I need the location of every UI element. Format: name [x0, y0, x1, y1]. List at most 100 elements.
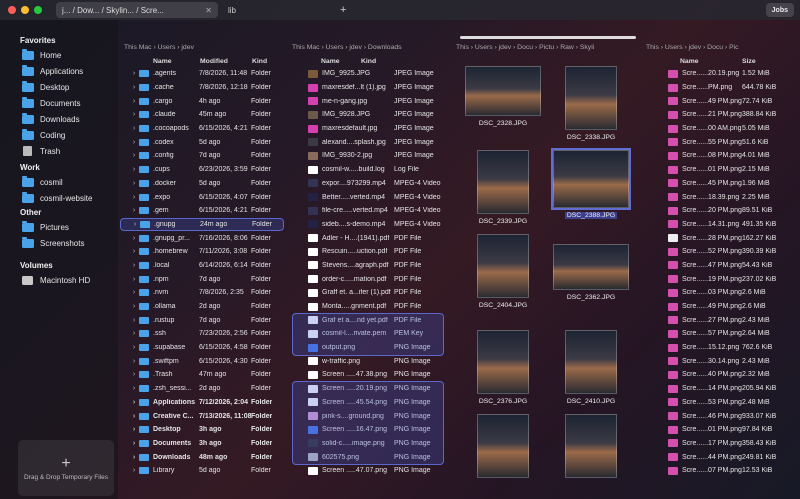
folder-row[interactable]: › Library 5d ago Folder: [120, 464, 284, 478]
chevron-right-icon[interactable]: ›: [129, 194, 139, 201]
chevron-right-icon[interactable]: ›: [129, 344, 139, 351]
folder-row[interactable]: › Creative C... 7/13/2026, 11:08 Folder: [120, 409, 284, 423]
tab-lib[interactable]: lib: [222, 2, 334, 18]
chevron-right-icon[interactable]: ›: [129, 207, 139, 214]
chevron-right-icon[interactable]: ›: [129, 467, 139, 474]
folder-row[interactable]: › .zsh_sessi... 2d ago Folder: [120, 382, 284, 396]
file-row[interactable]: Scre......20.19.png 1.52 MiB: [642, 67, 800, 81]
file-row[interactable]: Scre......49 PM.png 72.74 KiB: [642, 94, 800, 108]
zoom-window-button[interactable]: [34, 6, 42, 14]
file-row[interactable]: w-traffic.png PNG Image: [288, 354, 452, 368]
photo-thumbnail[interactable]: [548, 414, 634, 482]
file-row[interactable]: IMG_9928.JPG JPEG Image: [288, 108, 452, 122]
file-row[interactable]: Scre......47 PM.png 54.43 KiB: [642, 259, 800, 273]
file-row[interactable]: Better.....verted.mp4 MPEG-4 Video: [288, 190, 452, 204]
file-row[interactable]: maxresdefault.jpg JPEG Image: [288, 122, 452, 136]
file-row[interactable]: Scre......17 PM.png 358.43 KiB: [642, 437, 800, 451]
file-row[interactable]: maxresdef...lt (1).jpg JPEG Image: [288, 81, 452, 95]
chevron-right-icon[interactable]: ›: [129, 84, 139, 91]
file-row[interactable]: Scre......46 PM.png 933.07 KiB: [642, 409, 800, 423]
chevron-right-icon[interactable]: ›: [130, 221, 140, 228]
photo-thumbnail[interactable]: [460, 414, 546, 482]
file-row[interactable]: Scre......14 PM.png 205.94 KiB: [642, 382, 800, 396]
file-row[interactable]: Scre......49 PM.png 2.6 MiB: [642, 300, 800, 314]
folder-row[interactable]: › .ollama 2d ago Folder: [120, 300, 284, 314]
file-row[interactable]: IMG_9930-2.jpg JPEG Image: [288, 149, 452, 163]
folder-row[interactable]: › Documents 3h ago Folder: [120, 437, 284, 451]
file-row[interactable]: Scre......30.14.png 2.43 MiB: [642, 354, 800, 368]
chevron-right-icon[interactable]: ›: [129, 262, 139, 269]
folder-row[interactable]: › .nvm 7/8/2026, 2:35 Folder: [120, 286, 284, 300]
temporary-files-dropzone[interactable]: + Drag & Drop Temporary Files: [18, 440, 114, 496]
jobs-button[interactable]: Jobs: [765, 3, 794, 17]
folder-row[interactable]: › .cocoapods 6/15/2026, 4:21 Folder: [120, 122, 284, 136]
file-row[interactable]: Screen .....45.54.png PNG Image: [288, 396, 452, 410]
file-row[interactable]: alexand....splash.jpg JPEG Image: [288, 135, 452, 149]
breadcrumb[interactable]: This › Users › jdev › Docu › Pictu › Raw…: [452, 41, 640, 55]
chevron-right-icon[interactable]: ›: [129, 180, 139, 187]
folder-row[interactable]: › .agents 7/8/2026, 11:48 Folder: [120, 67, 284, 81]
folder-row[interactable]: › .ssh 7/23/2026, 2:56 Folder: [120, 327, 284, 341]
file-row[interactable]: Screen .....20.19.png PNG Image: [288, 382, 452, 396]
folder-row[interactable]: › .cargo 4h ago Folder: [120, 94, 284, 108]
chevron-right-icon[interactable]: ›: [129, 371, 139, 378]
folder-row[interactable]: › .swiftpm 6/15/2026, 4:30 Folder: [120, 354, 284, 368]
sidebar-item-cosmil-website[interactable]: cosmil-website: [0, 190, 118, 206]
folder-row[interactable]: › .docker 5d ago Folder: [120, 177, 284, 191]
folder-row[interactable]: › .gem 6/15/2026, 4:21 Folder: [120, 204, 284, 218]
chevron-right-icon[interactable]: ›: [129, 330, 139, 337]
horizontal-scrollbar[interactable]: [460, 36, 636, 39]
sidebar-item-documents[interactable]: Documents: [0, 95, 118, 111]
file-row[interactable]: Scre......27 PM.png 2.43 MiB: [642, 313, 800, 327]
kind-header[interactable]: Kind: [361, 58, 376, 65]
sidebar-item-trash[interactable]: Trash: [0, 143, 118, 159]
file-row[interactable]: order-c.....mation.pdf PDF File: [288, 272, 452, 286]
file-row[interactable]: Screen .....47.07.png PNG Image: [288, 464, 452, 478]
name-header[interactable]: Name: [288, 58, 361, 65]
chevron-right-icon[interactable]: ›: [129, 426, 139, 433]
chevron-right-icon[interactable]: ›: [129, 125, 139, 132]
folder-row[interactable]: › .local 6/14/2026, 6:14 Folder: [120, 259, 284, 273]
sidebar-item-cosmil[interactable]: cosmil: [0, 174, 118, 190]
file-row[interactable]: me-n-gang.jpg JPEG Image: [288, 94, 452, 108]
sidebar-item-pictures[interactable]: Pictures: [0, 219, 118, 235]
file-row[interactable]: IMG_9925.JPG JPEG Image: [288, 67, 452, 81]
file-row[interactable]: Scre......08 PM.png 4.01 MiB: [642, 149, 800, 163]
folder-row[interactable]: › .cache 7/8/2026, 12:18 Folder: [120, 81, 284, 95]
chevron-right-icon[interactable]: ›: [129, 111, 139, 118]
chevron-right-icon[interactable]: ›: [129, 166, 139, 173]
chevron-right-icon[interactable]: ›: [129, 454, 139, 461]
file-row[interactable]: Scre......18.39.png 2.25 MiB: [642, 190, 800, 204]
folder-row[interactable]: › .expo 6/15/2026, 4:07 Folder: [120, 190, 284, 204]
file-row[interactable]: Monta.....gnment.pdf PDF File: [288, 300, 452, 314]
sidebar-item-applications[interactable]: Applications: [0, 63, 118, 79]
file-row[interactable]: cosmil-w.....build.log Log File: [288, 163, 452, 177]
photo-thumbnail[interactable]: DSC_2328.JPG: [460, 66, 546, 127]
tab-downloads[interactable]: j... / Dow... / Skylin... / Scre... ✕: [56, 2, 218, 18]
photo-thumbnail[interactable]: DSC_2339.JPG: [460, 150, 546, 225]
folder-row[interactable]: › .npm 7d ago Folder: [120, 272, 284, 286]
chevron-right-icon[interactable]: ›: [129, 303, 139, 310]
file-row[interactable]: Scre......19 PM.png 237.02 KiB: [642, 272, 800, 286]
close-tab-icon[interactable]: ✕: [201, 6, 212, 15]
photo-thumbnail[interactable]: DSC_2410.JPG: [548, 330, 634, 405]
file-row[interactable]: Scre......28 PM.png 162.27 KiB: [642, 231, 800, 245]
file-row[interactable]: Scre......20 PM.png 89.51 KiB: [642, 204, 800, 218]
sidebar-item-screenshots[interactable]: Screenshots: [0, 235, 118, 251]
folder-row[interactable]: › .Trash 47m ago Folder: [120, 368, 284, 382]
file-row[interactable]: Stevens....agraph.pdf PDF File: [288, 259, 452, 273]
photo-thumbnail[interactable]: DSC_2338.JPG: [548, 66, 634, 141]
file-row[interactable]: Scre......14.31.png 491.35 KiB: [642, 218, 800, 232]
file-row[interactable]: Screen .....47.38.png PNG Image: [288, 368, 452, 382]
file-row[interactable]: file-cre.....verted.mp4 MPEG-4 Video: [288, 204, 452, 218]
sidebar-item-home[interactable]: Home: [0, 47, 118, 63]
file-row[interactable]: Scre......PM.png 644.78 KiB: [642, 81, 800, 95]
folder-row[interactable]: › .gnupg 24m ago Folder: [120, 217, 284, 232]
chevron-right-icon[interactable]: ›: [129, 317, 139, 324]
file-row[interactable]: Scre......00 AM.png 5.05 MiB: [642, 122, 800, 136]
sidebar-item-macintosh-hd[interactable]: Macintosh HD: [0, 272, 118, 288]
file-row[interactable]: solid-c.....image.png PNG Image: [288, 437, 452, 451]
chevron-right-icon[interactable]: ›: [129, 235, 139, 242]
file-row[interactable]: expor....973299.mp4 MPEG-4 Video: [288, 177, 452, 191]
chevron-right-icon[interactable]: ›: [129, 152, 139, 159]
